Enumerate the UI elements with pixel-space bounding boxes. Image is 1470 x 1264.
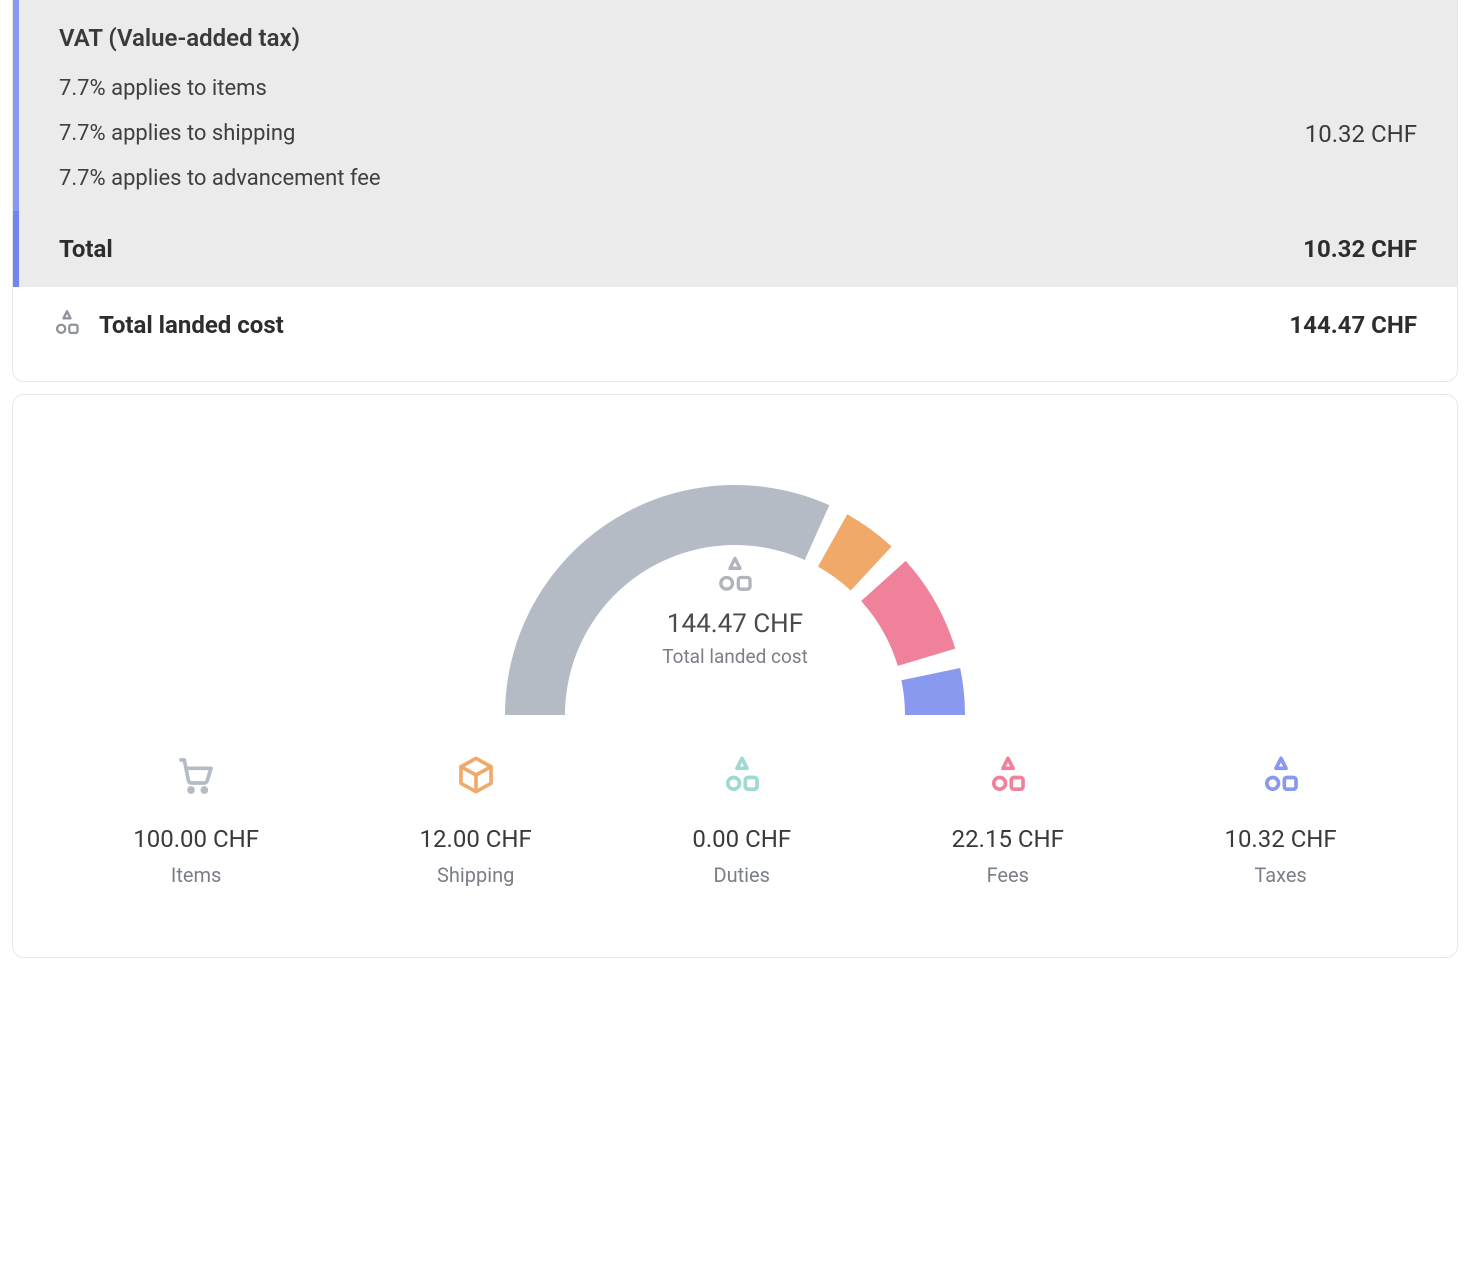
shapes-icon — [715, 555, 755, 595]
breakdown-items-label: Items — [171, 863, 221, 887]
breakdown-fees-label: Fees — [987, 863, 1029, 887]
landed-left: Total landed cost — [53, 309, 284, 341]
breakdown-items-value: 100.00 CHF — [133, 825, 259, 853]
shapes-icon — [1261, 755, 1301, 795]
breakdown-taxes-value: 10.32 CHF — [1224, 825, 1336, 853]
shapes-icon — [988, 755, 1028, 795]
vat-body: 7.7% applies to items 7.7% applies to sh… — [59, 76, 1417, 191]
vat-total-label: Total — [59, 235, 113, 263]
breakdown-shipping-value: 12.00 CHF — [420, 825, 532, 853]
cost-summary-card: VAT (Value-added tax) 7.7% applies to it… — [12, 0, 1458, 382]
breakdown-row: 100.00 CHF Items 12.00 CHF Shipping — [53, 755, 1417, 887]
breakdown-shipping-label: Shipping — [437, 863, 514, 887]
breakdown-taxes-label: Taxes — [1254, 863, 1306, 887]
breakdown-duties-value: 0.00 CHF — [692, 825, 791, 853]
vat-section: VAT (Value-added tax) 7.7% applies to it… — [13, 0, 1457, 211]
vat-total-row: Total 10.32 CHF — [13, 211, 1457, 287]
gauge-segment-taxes — [901, 668, 965, 715]
gauge-label: Total landed cost — [475, 645, 995, 668]
breakdown-fees-value: 22.15 CHF — [952, 825, 1064, 853]
shapes-icon — [53, 309, 81, 341]
cart-icon — [176, 755, 216, 795]
shapes-icon — [722, 755, 762, 795]
package-icon — [456, 755, 496, 795]
landed-title: Total landed cost — [99, 311, 284, 339]
landed-cost-row: Total landed cost 144.47 CHF — [13, 287, 1457, 381]
breakdown-duties: 0.00 CHF Duties — [692, 755, 791, 887]
vat-lines: 7.7% applies to items 7.7% applies to sh… — [59, 76, 381, 191]
breakdown-fees: 22.15 CHF Fees — [952, 755, 1064, 887]
vat-total-amount: 10.32 CHF — [1303, 235, 1417, 263]
breakdown-duties-label: Duties — [713, 863, 769, 887]
landed-cost-gauge: 144.47 CHF Total landed cost — [475, 455, 995, 715]
gauge-center: 144.47 CHF Total landed cost — [475, 555, 995, 668]
vat-amount: 10.32 CHF — [1305, 120, 1417, 148]
breakdown-taxes: 10.32 CHF Taxes — [1224, 755, 1336, 887]
breakdown-items: 100.00 CHF Items — [133, 755, 259, 887]
gauge-value: 144.47 CHF — [475, 609, 995, 639]
landed-cost-chart-card: 144.47 CHF Total landed cost 100.00 CHF … — [12, 394, 1458, 958]
vat-line-items: 7.7% applies to items — [59, 76, 381, 101]
vat-line-shipping: 7.7% applies to shipping — [59, 121, 381, 146]
vat-line-advancement: 7.7% applies to advancement fee — [59, 166, 381, 191]
vat-title: VAT (Value-added tax) — [59, 24, 1417, 52]
breakdown-shipping: 12.00 CHF Shipping — [420, 755, 532, 887]
landed-amount: 144.47 CHF — [1289, 311, 1417, 339]
